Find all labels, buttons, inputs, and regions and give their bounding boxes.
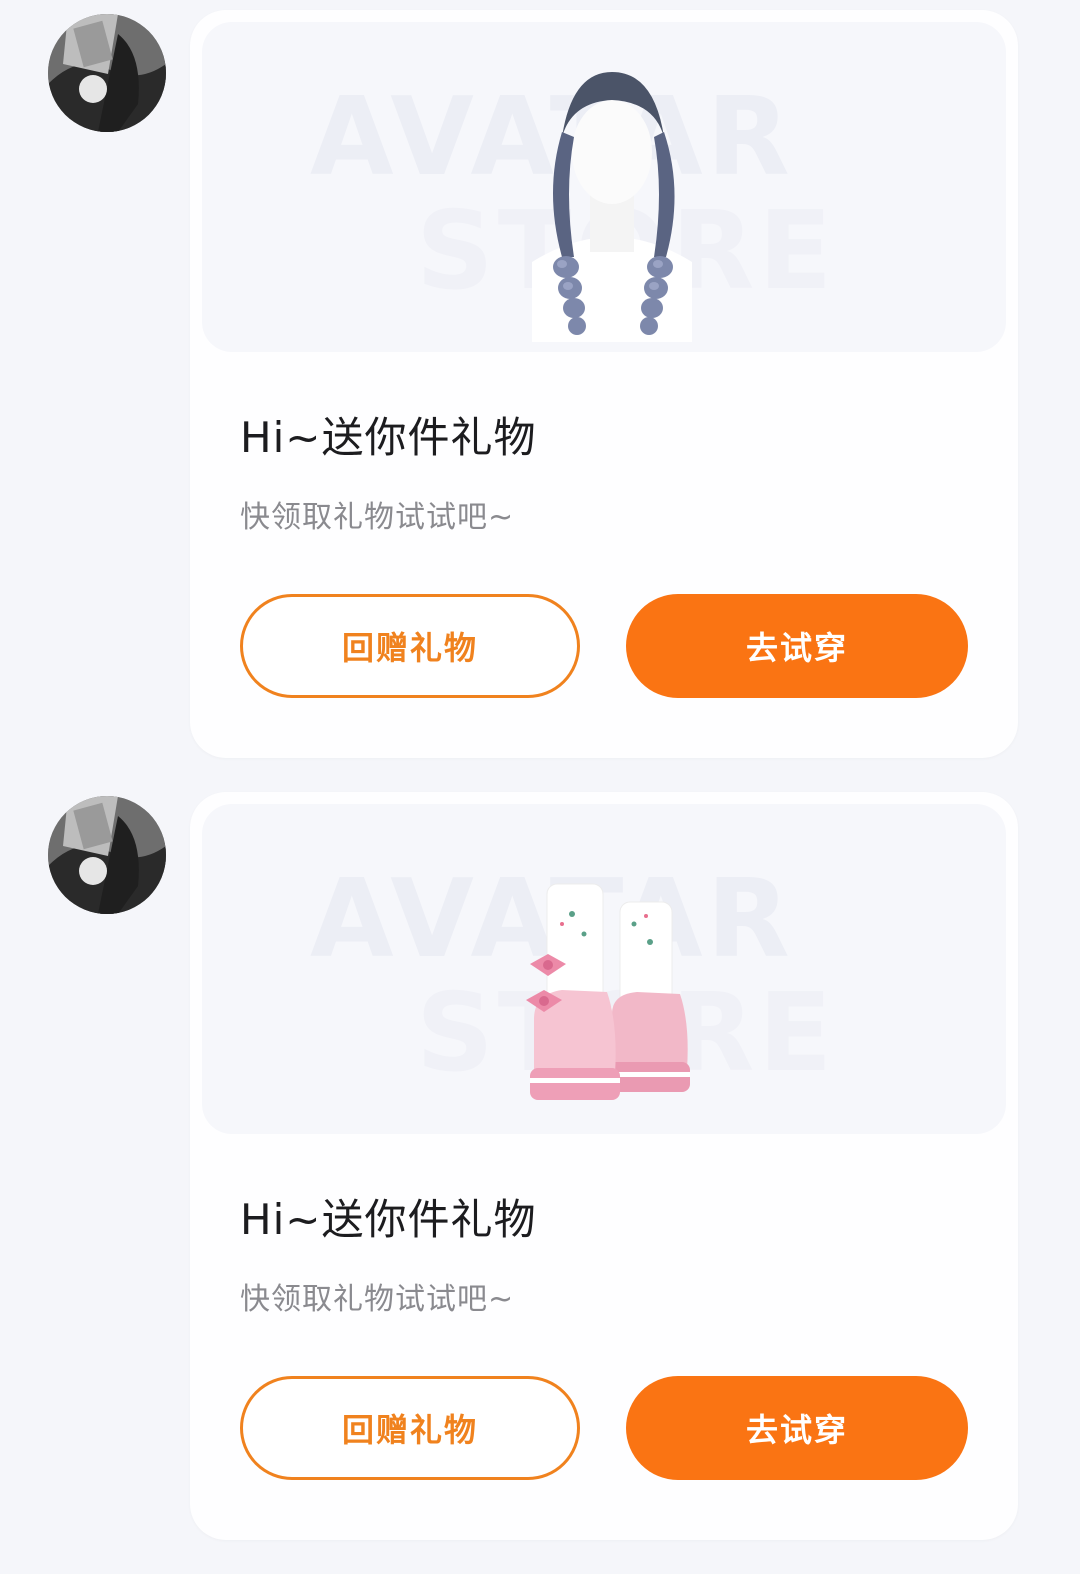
gift-title: Hi~送你件礼物 <box>240 413 537 462</box>
gift-subtitle: 快领取礼物试试吧~ <box>240 500 515 535</box>
return-gift-button[interactable]: 回赠礼物 <box>240 1376 580 1480</box>
gift-title: Hi~送你件礼物 <box>240 1195 537 1244</box>
avatar-icon <box>48 796 166 914</box>
item-preview[interactable]: AVATAR STORE <box>202 22 1006 352</box>
avatar-icon <box>48 14 166 132</box>
pink-boots-icon <box>422 824 802 1124</box>
gift-card: AVATAR STORE <box>190 10 1018 758</box>
try-on-button[interactable]: 去试穿 <box>626 1376 968 1480</box>
return-gift-button[interactable]: 回赠礼物 <box>240 594 580 698</box>
sender-avatar[interactable] <box>48 14 166 132</box>
braided-hair-icon <box>422 42 802 342</box>
sender-avatar[interactable] <box>48 796 166 914</box>
item-preview[interactable]: AVATAR STORE <box>202 804 1006 1134</box>
try-on-button[interactable]: 去试穿 <box>626 594 968 698</box>
gift-card: AVATAR STORE <box>190 792 1018 1540</box>
gift-subtitle: 快领取礼物试试吧~ <box>240 1282 515 1317</box>
